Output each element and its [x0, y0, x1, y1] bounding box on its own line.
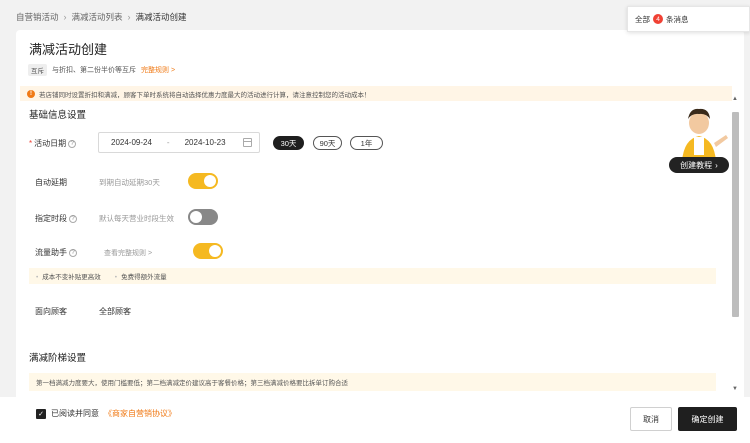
notification-count-badge: 4 [653, 14, 663, 24]
cancel-button[interactable]: 取消 [630, 407, 672, 431]
tier-tip-text: 第一档满减力度要大，使用门槛要低；第二档满减定价建议高于客餐价格；第三档满减价格… [36, 380, 348, 387]
toggle-knob [209, 245, 221, 257]
breadcrumb-item-self-marketing[interactable]: 自营销活动 [16, 11, 59, 23]
date-separator: - [166, 138, 170, 147]
activity-date-label-text: 活动日期 [34, 139, 67, 148]
tier-tip-bar: 第一档满减力度要大，使用门槛要低；第二档满减定价建议高于客餐价格；第三档满减价格… [29, 373, 716, 391]
tip-item: 免费得额外流量 [115, 271, 167, 281]
scroll-down-icon[interactable]: ▼ [732, 386, 738, 392]
auto-extend-toggle[interactable] [188, 173, 218, 189]
tutorial-label: 创建教程 [680, 160, 713, 170]
preset-1-year[interactable]: 1年 [350, 136, 383, 150]
agreement: ✓ 已阅读并同意 《商家自营销协议》 [36, 408, 176, 419]
page-title: 满减活动创建 [29, 42, 108, 57]
traffic-helper-toggle[interactable] [193, 243, 223, 259]
traffic-helper-label: 流量助手 ? [35, 247, 77, 258]
calendar-icon[interactable] [243, 138, 252, 147]
warning-text: 若店铺同时设置折扣和满减，顾客下单时系统将自动选择优惠力度最大的活动进行计算，请… [39, 91, 371, 99]
scrollbar-thumb[interactable] [732, 112, 739, 317]
agree-checkbox[interactable]: ✓ [36, 408, 46, 419]
traffic-tips-bar: 成本不变补贴更高效 免费得额外流量 [29, 268, 716, 284]
time-slot-label-text: 指定时段 [35, 214, 67, 223]
required-marker: * [29, 139, 33, 148]
confirm-create-button[interactable]: 确定创建 [678, 407, 737, 431]
time-slot-toggle[interactable] [188, 209, 218, 225]
tier-section-title: 满减阶梯设置 [29, 353, 87, 364]
chevron-right-icon: › [127, 12, 131, 22]
mutex-tag: 互斥 [28, 64, 47, 76]
preset-90-days[interactable]: 90天 [313, 136, 342, 150]
help-icon[interactable]: ? [68, 139, 77, 148]
audience-value: 全部顾客 [99, 307, 131, 316]
audience-label-text: 面向顾客 [35, 307, 67, 316]
help-icon[interactable]: ? [69, 214, 77, 223]
preset-30-days[interactable]: 30天 [273, 136, 304, 150]
create-tutorial-button[interactable]: 创建教程 › [669, 157, 729, 173]
breadcrumb-item-activity-list[interactable]: 满减活动列表 [72, 11, 123, 23]
mutex-text: 与折扣、第二份半价等互斥 [52, 67, 136, 74]
notification-popup[interactable]: 全部 4 条消息 [627, 6, 750, 32]
warning-icon: ! [27, 89, 35, 98]
mutex-info: 互斥 与折扣、第二份半价等互斥 完整规则 > [28, 64, 175, 76]
traffic-helper-rules-link[interactable]: 查看完整规则 > [104, 248, 152, 258]
notification-prefix: 全部 [635, 14, 650, 24]
time-slot-hint: 默认每天营业时段生效 [99, 214, 174, 223]
traffic-helper-label-text: 流量助手 [35, 248, 67, 257]
notification-suffix: 条消息 [666, 14, 689, 24]
main-card: 满减活动创建 互斥 与折扣、第二份半价等互斥 完整规则 > ! 若店铺同时设置折… [16, 30, 744, 430]
basic-info-title: 基础信息设置 [29, 110, 87, 121]
audience-label: 面向顾客 [35, 306, 67, 317]
agree-text: 已阅读并同意 [51, 409, 99, 418]
auto-extend-label: 自动延期 [35, 177, 67, 188]
activity-date-label: * 活动日期 ? [29, 138, 77, 149]
scroll-up-icon[interactable]: ▲ [732, 96, 738, 102]
time-slot-label: 指定时段 ? [35, 213, 77, 224]
toggle-knob [204, 175, 216, 187]
breadcrumb: 自营销活动 › 满减活动列表 › 满减活动创建 [16, 11, 187, 23]
toggle-knob [190, 211, 202, 223]
warning-bar: ! 若店铺同时设置折扣和满减，顾客下单时系统将自动选择优惠力度最大的活动进行计算… [20, 86, 732, 101]
full-rules-link[interactable]: 完整规则 > [141, 65, 175, 75]
auto-extend-hint: 到期自动延期30天 [99, 178, 160, 187]
start-date[interactable]: 2024-09-24 [111, 138, 152, 147]
tip-item: 成本不变补贴更高效 [36, 271, 101, 281]
date-range-picker[interactable]: 2024-09-24 - 2024-10-23 [98, 132, 260, 153]
breadcrumb-item-current: 满减活动创建 [135, 12, 187, 22]
help-icon[interactable]: ? [69, 248, 77, 257]
auto-extend-label-text: 自动延期 [35, 178, 67, 187]
chevron-right-icon: › [715, 160, 718, 170]
chevron-right-icon: › [63, 12, 67, 22]
end-date[interactable]: 2024-10-23 [185, 138, 226, 147]
agreement-link[interactable]: 《商家自营销协议》 [104, 408, 176, 419]
